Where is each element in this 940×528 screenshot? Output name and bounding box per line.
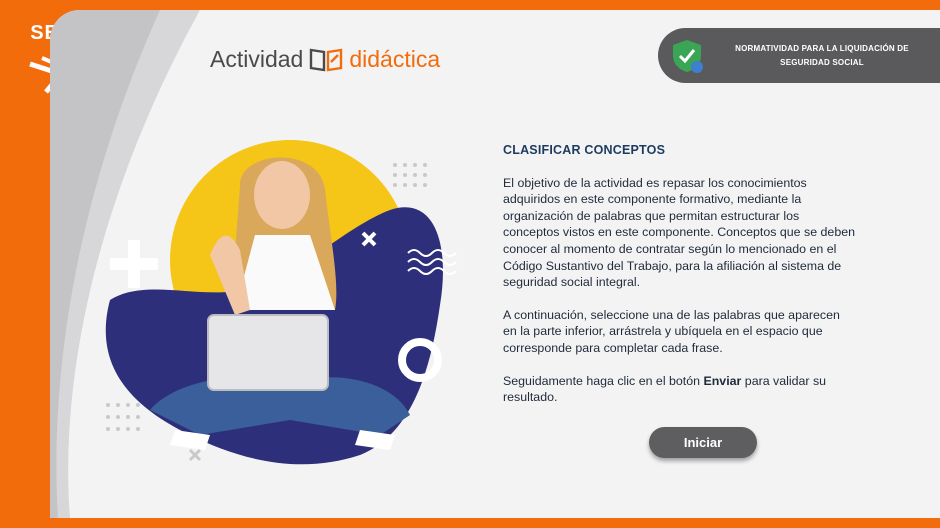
hero-illustration: [105, 140, 457, 465]
instructions-p3-bold: Enviar: [703, 373, 742, 388]
brand-title: Actividad didáctica: [210, 42, 440, 76]
module-badge-line2: SEGURIDAD SOCIAL: [780, 58, 864, 67]
instructions-paragraph-3: Seguidamente haga clic en el botón Envia…: [503, 373, 855, 406]
instructions-p3-before: Seguidamente haga clic en el botón: [503, 373, 704, 388]
brand-didactica: didáctica: [349, 45, 441, 72]
content-page: Actividad didáctica NORMATIVIDAD PARA LA…: [50, 10, 940, 518]
instructions-paragraph-2: A continuación, seleccione una de las pa…: [503, 307, 840, 355]
open-book-icon: [310, 48, 343, 72]
plus-icon: [110, 240, 158, 288]
brand-actividad: Actividad: [210, 45, 304, 72]
module-badge-text: NORMATIVIDAD PARA LA LIQUIDACIÓN DE SEGU…: [714, 42, 930, 70]
instructions-panel: CLASIFICAR CONCEPTOS El objetivo de la a…: [503, 142, 855, 422]
activity-title: CLASIFICAR CONCEPTOS: [503, 143, 666, 157]
shield-check-icon: [673, 40, 703, 73]
instructions-paragraph-1: El objetivo de la actividad es repasar l…: [503, 175, 855, 290]
module-badge: NORMATIVIDAD PARA LA LIQUIDACIÓN DE SEGU…: [658, 28, 940, 83]
small-x-icon: [188, 448, 202, 462]
start-button[interactable]: Iniciar: [649, 427, 757, 458]
app-frame: SENA Actividad didáctica: [0, 0, 940, 528]
module-badge-line1: NORMATIVIDAD PARA LA LIQUIDACIÓN DE: [735, 44, 909, 53]
